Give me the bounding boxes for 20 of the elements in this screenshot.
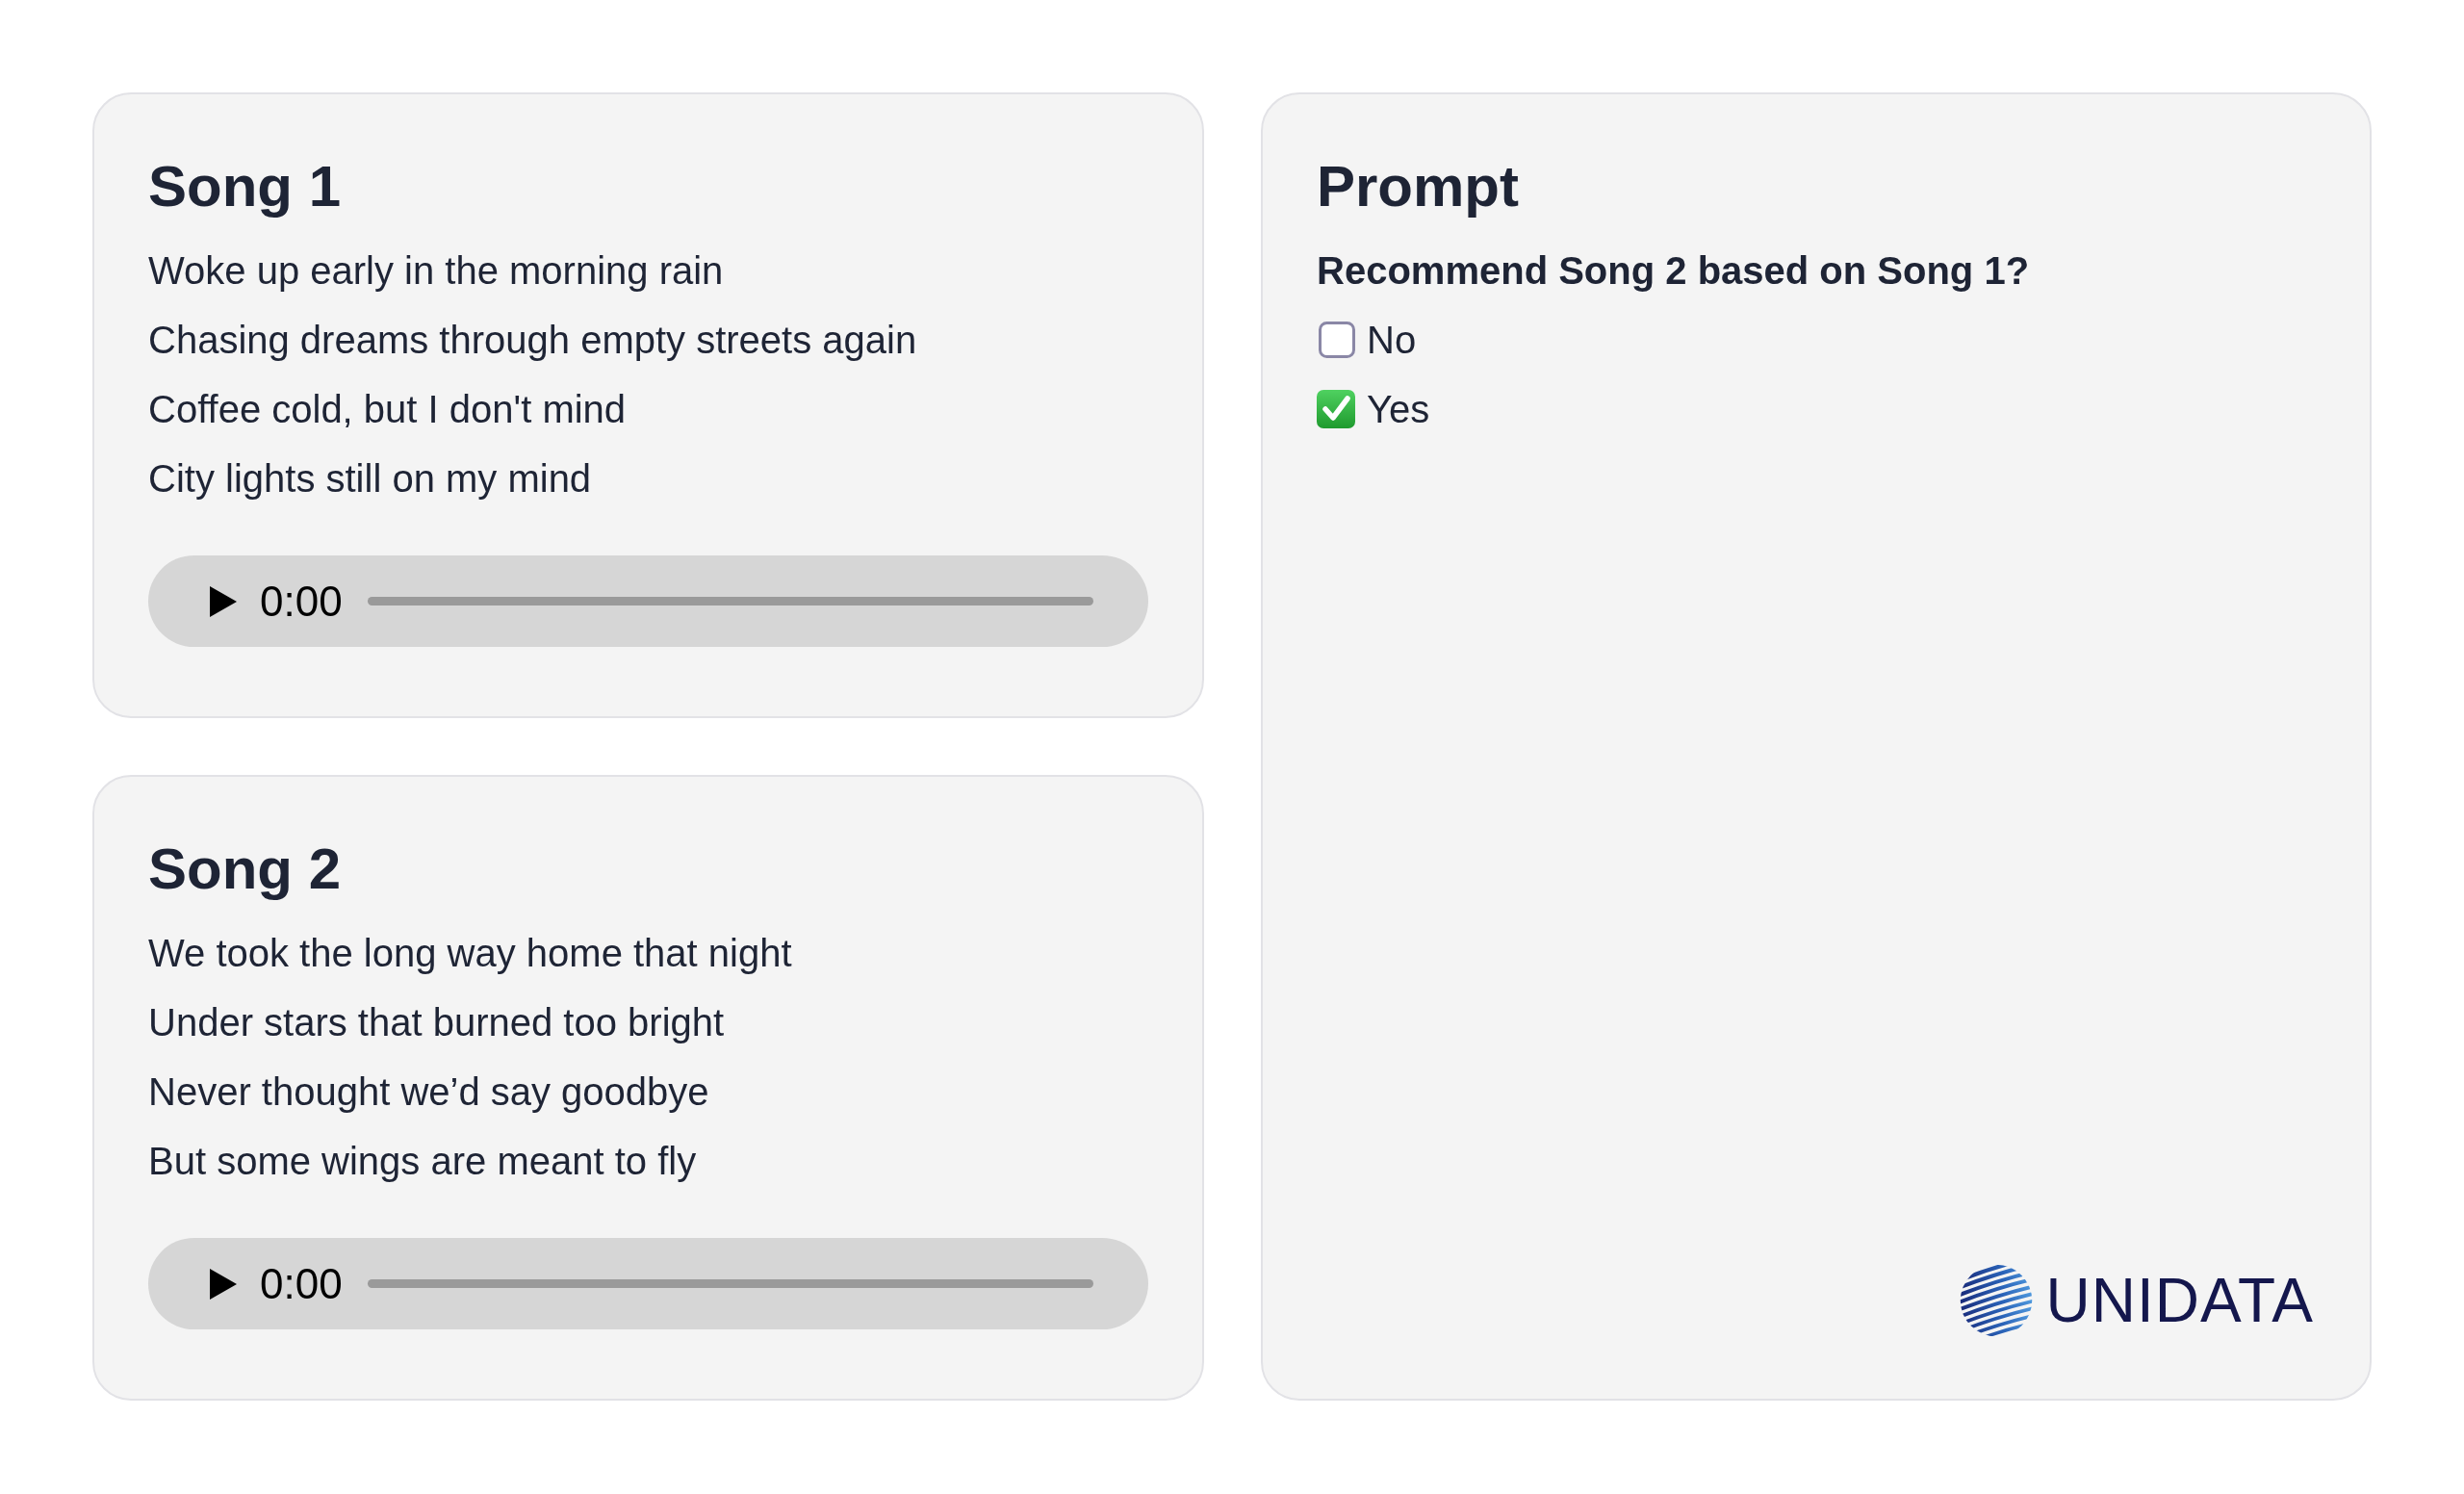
lyric-line: We took the long way home that night <box>148 931 792 976</box>
striped-globe-logo-icon <box>1959 1264 2033 1337</box>
card-title: Song 2 <box>148 836 341 903</box>
card-title: Prompt <box>1317 153 1519 220</box>
time-display: 0:00 <box>260 1262 343 1305</box>
lyric-line: Woke up early in the morning rain <box>148 248 724 294</box>
lyric-line: But some wings are meant to fly <box>148 1139 697 1184</box>
lyric-line: Never thought we’d say goodbye <box>148 1069 709 1115</box>
logo-text: UNIDATA <box>2045 1270 2314 1331</box>
lyric-line: Under stars that burned too bright <box>148 1000 725 1045</box>
question-text: Recommend Song 2 based on Song 1? <box>1317 248 2030 294</box>
option-label: Yes <box>1367 387 1430 432</box>
option-label: No <box>1367 318 1417 363</box>
lyric-line: Coffee cold, but I don't mind <box>148 387 627 432</box>
card-title: Song 1 <box>148 153 341 220</box>
play-icon[interactable] <box>210 585 237 617</box>
play-icon[interactable] <box>210 1268 237 1300</box>
lyric-line: City lights still on my mind <box>148 456 592 502</box>
time-display: 0:00 <box>260 580 343 623</box>
lyric-line: Chasing dreams through empty streets again <box>148 318 917 363</box>
